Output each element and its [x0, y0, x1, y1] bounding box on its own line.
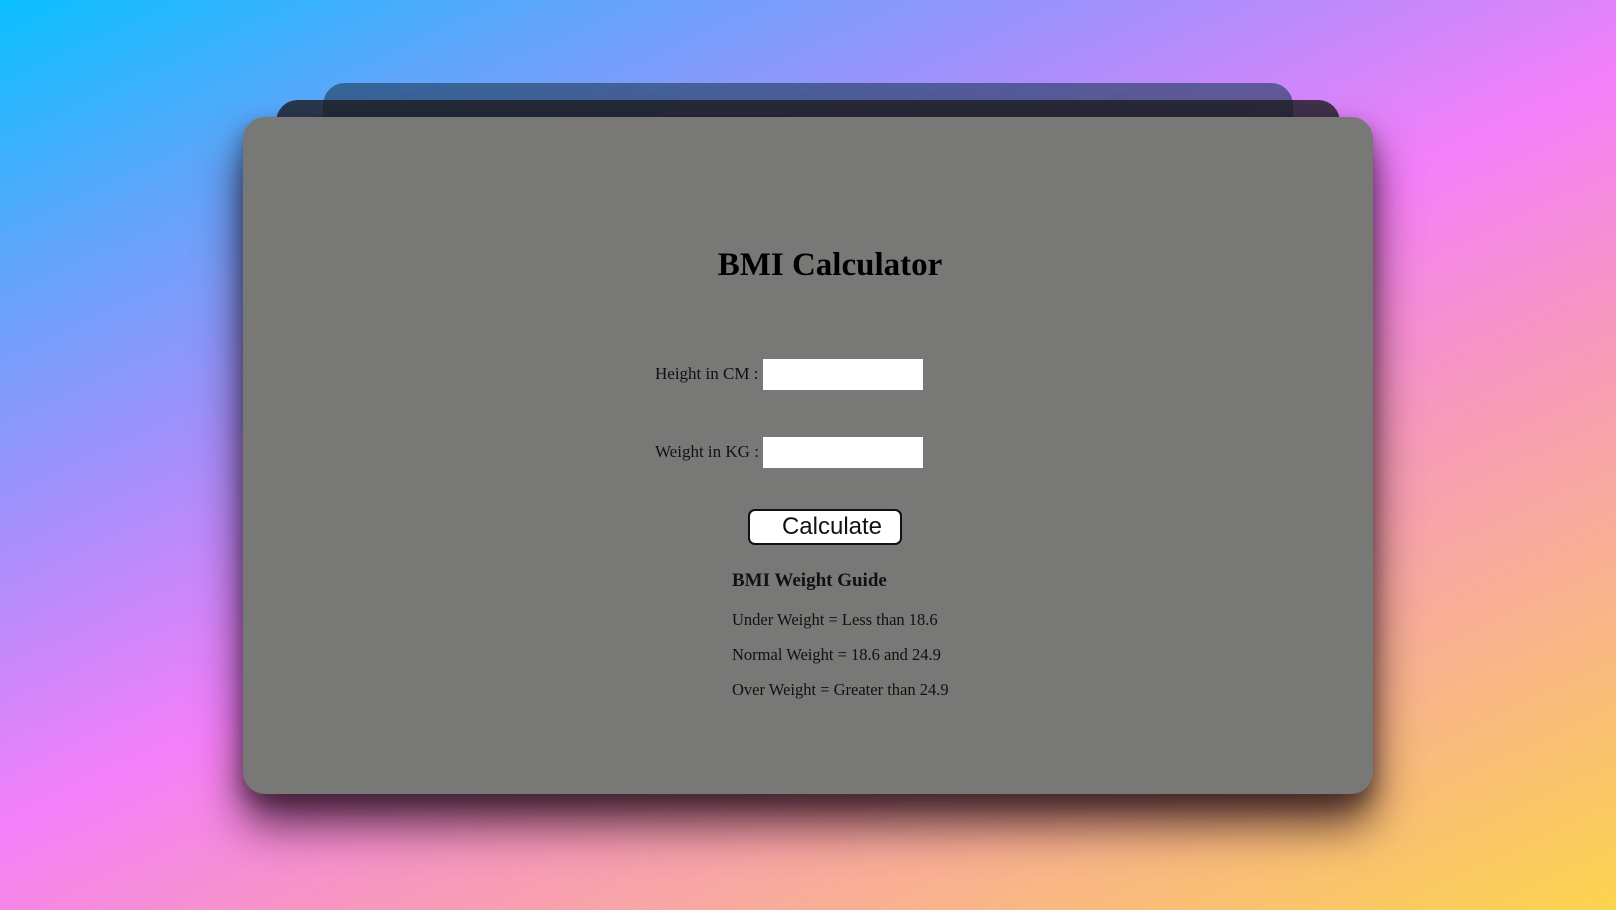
bmi-calculator-card: BMI Calculator Height in CM : Weight in …	[243, 117, 1373, 794]
page-title: BMI Calculator	[717, 247, 943, 283]
guide-item-over-weight: Over Weight = Greater than 24.9	[732, 679, 949, 699]
height-input[interactable]	[763, 358, 923, 390]
weight-label: Weight in KG :	[655, 442, 759, 461]
weight-field-row: Weight in KG :	[655, 436, 923, 468]
calculate-button[interactable]: Calculate	[748, 509, 902, 545]
height-label: Height in CM :	[655, 364, 759, 383]
bmi-weight-guide: BMI Weight Guide Under Weight = Less tha…	[732, 570, 949, 714]
guide-item-under-weight: Under Weight = Less than 18.6	[732, 609, 938, 629]
guide-item-normal-weight: Normal Weight = 18.6 and 24.9	[732, 644, 941, 664]
guide-title: BMI Weight Guide	[732, 570, 887, 591]
height-field-row: Height in CM :	[655, 358, 923, 390]
weight-input[interactable]	[763, 436, 923, 468]
